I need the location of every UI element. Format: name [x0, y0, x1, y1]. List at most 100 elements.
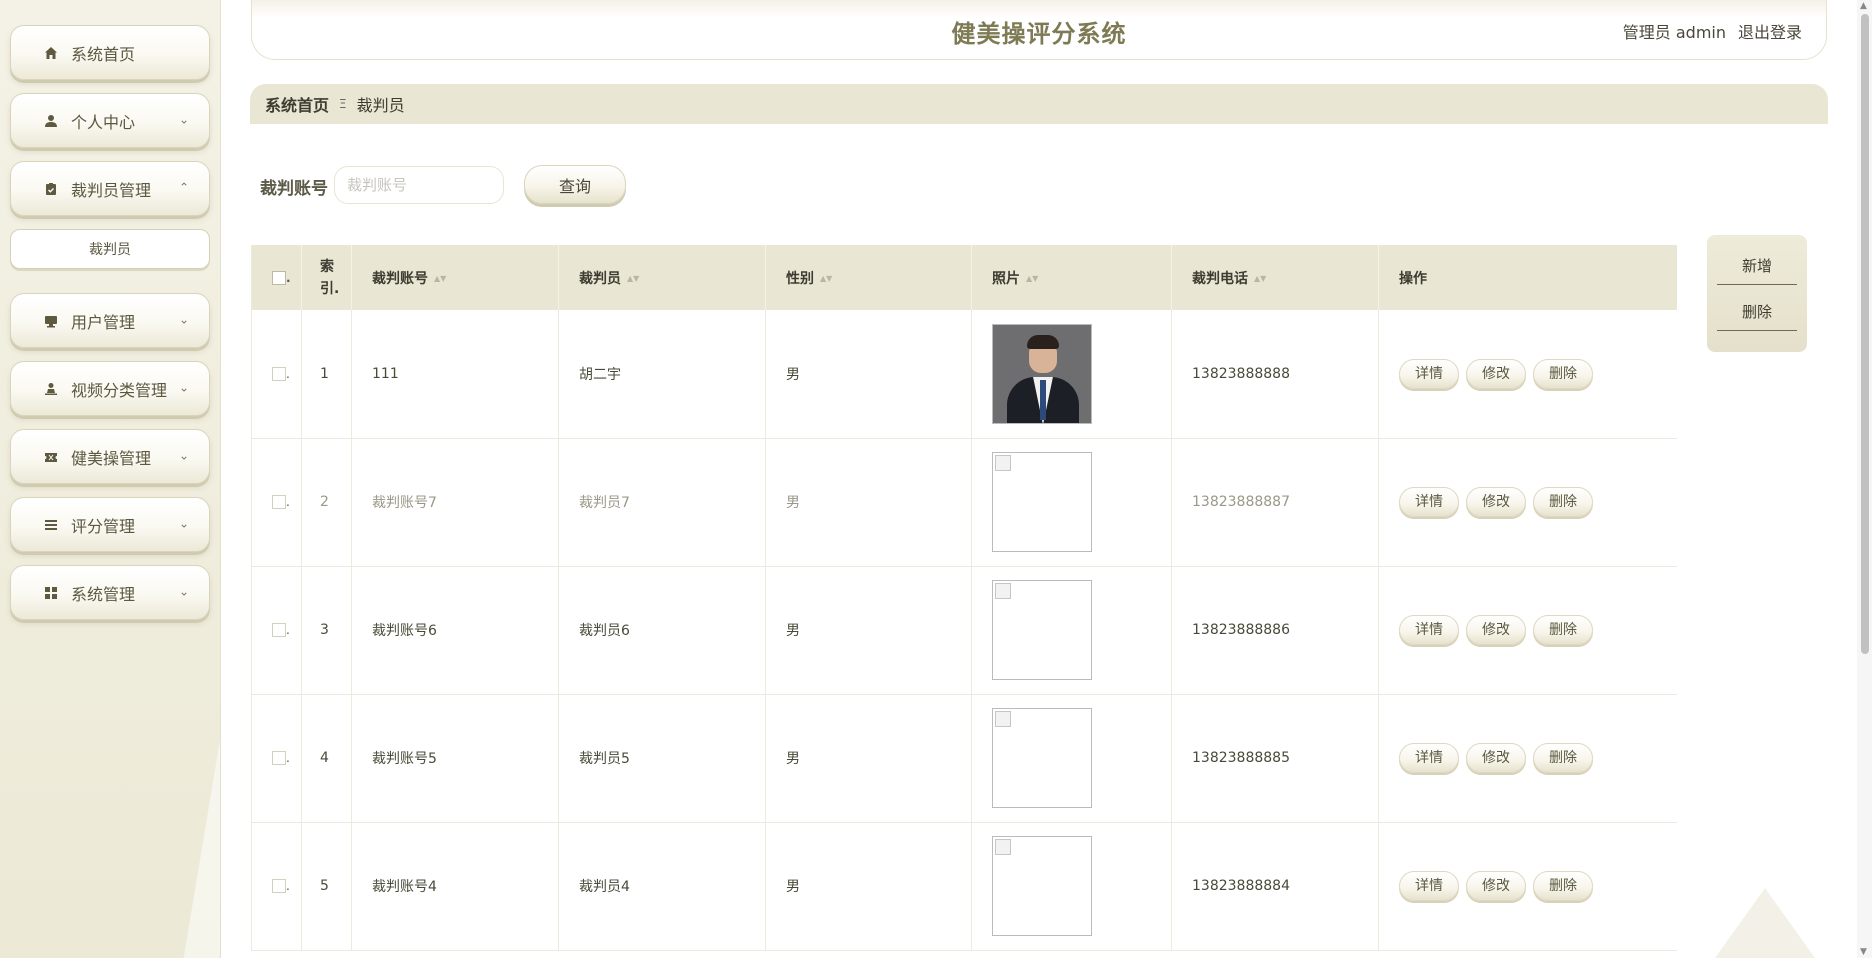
- broken-image-icon[interactable]: [992, 836, 1092, 936]
- scroll-down-icon[interactable]: ▼: [1860, 947, 1867, 957]
- referee-account-search-input[interactable]: [334, 166, 504, 204]
- corner-decoration: [1715, 888, 1815, 958]
- row-actions: 详情 修改 删除: [1378, 822, 1677, 951]
- sort-icon[interactable]: ▲▼: [820, 274, 832, 282]
- sidebar-item-aerobics-management[interactable]: 健美操管理 ⌄: [10, 429, 210, 484]
- referee-table-container: . 索引. 裁判账号 ▲▼ 裁判员 ▲▼ 性别 ▲▼ 照片 ▲▼ 裁判电话 ▲▼ 操作 .…: [251, 245, 1677, 958]
- user-icon: [43, 113, 59, 129]
- broken-image-icon[interactable]: [992, 708, 1092, 808]
- row-dot: .: [286, 495, 290, 509]
- row-index: 5: [301, 822, 352, 951]
- chevron-down-icon: ⌄: [178, 448, 189, 463]
- detail-button[interactable]: 详情: [1399, 615, 1459, 645]
- row-gender: 男: [765, 438, 972, 567]
- table-row: . 1 111 胡二宇 男 13823888888 详情 修改 删除: [251, 310, 1677, 439]
- sidebar-subitem-referee[interactable]: 裁判员: [10, 229, 210, 269]
- sidebar-item-system-management[interactable]: 系统管理 ⌄: [10, 565, 210, 620]
- photo-hair: [1027, 334, 1059, 349]
- row-name: 裁判员7: [558, 438, 766, 567]
- scroll-up-icon[interactable]: ▲: [1860, 1, 1867, 11]
- clipboard-icon: [43, 181, 59, 197]
- row-gender: 男: [765, 566, 972, 695]
- select-all-checkbox[interactable]: [272, 270, 286, 285]
- broken-image-icon[interactable]: [992, 580, 1092, 680]
- detail-button[interactable]: 详情: [1399, 358, 1459, 389]
- chevron-up-icon: ⌃: [178, 180, 189, 195]
- photo-header[interactable]: 照片 ▲▼: [971, 245, 1172, 310]
- row-index: 3: [301, 566, 352, 695]
- account-header[interactable]: 裁判账号 ▲▼: [351, 245, 559, 310]
- app-title: 健美操评分系统: [951, 20, 1127, 48]
- gender-header-label: 性别: [786, 270, 814, 287]
- row-checkbox[interactable]: [272, 366, 286, 381]
- sidebar-item-label: 系统管理: [71, 584, 136, 604]
- sort-icon[interactable]: ▲▼: [1026, 274, 1038, 282]
- row-gender: 男: [765, 310, 972, 439]
- delete-button[interactable]: 删除: [1533, 615, 1593, 645]
- chevron-down-icon: ⌄: [178, 380, 189, 395]
- table-row: . 5 裁判账号4 裁判员4 男 13823888884 详情 修改 删除: [251, 822, 1677, 951]
- top-header: 健美操评分系统 管理员 admin 退出登录: [251, 0, 1827, 60]
- row-dot: .: [286, 879, 290, 893]
- row-name: 裁判员6: [558, 566, 766, 695]
- edit-button[interactable]: 修改: [1466, 743, 1526, 773]
- home-icon: [43, 45, 59, 61]
- detail-button[interactable]: 详情: [1399, 487, 1459, 517]
- edit-button[interactable]: 修改: [1466, 487, 1526, 517]
- add-button[interactable]: 新增: [1717, 243, 1797, 285]
- edit-button[interactable]: 修改: [1466, 871, 1526, 901]
- sidebar-item-home[interactable]: 系统首页: [10, 25, 210, 80]
- sidebar-item-video-category[interactable]: 视频分类管理 ⌄: [10, 361, 210, 416]
- row-photo-cell: [971, 694, 1172, 823]
- name-header[interactable]: 裁判员 ▲▼: [558, 245, 766, 310]
- row-checkbox[interactable]: [272, 495, 286, 509]
- delete-button[interactable]: 删除: [1533, 358, 1593, 389]
- row-gender: 男: [765, 822, 972, 951]
- breadcrumb-home[interactable]: 系统首页: [265, 92, 329, 116]
- row-checkbox[interactable]: [272, 623, 286, 637]
- row-checkbox[interactable]: [272, 751, 286, 765]
- sidebar-item-label: 评分管理: [71, 516, 136, 536]
- table-header-row: . 索引. 裁判账号 ▲▼ 裁判员 ▲▼ 性别 ▲▼ 照片 ▲▼ 裁判电话 ▲▼ 操作: [251, 245, 1677, 310]
- row-dot: .: [286, 623, 290, 637]
- sidebar-item-label: 健美操管理: [71, 448, 152, 468]
- scrollbar-thumb[interactable]: [1861, 14, 1869, 654]
- referee-photo[interactable]: [992, 323, 1092, 424]
- sidebar-item-user-management[interactable]: 用户管理 ⌄: [10, 293, 210, 348]
- batch-delete-button[interactable]: 删除: [1717, 289, 1797, 331]
- monitor-icon: [43, 313, 59, 329]
- detail-button[interactable]: 详情: [1399, 871, 1459, 901]
- row-dot: .: [286, 751, 290, 765]
- sidebar-item-referee-management[interactable]: 裁判员管理 ⌃: [10, 161, 210, 216]
- sidebar-item-personal-center[interactable]: 个人中心 ⌄: [10, 93, 210, 148]
- row-actions: 详情 修改 删除: [1378, 438, 1677, 567]
- page-scrollbar[interactable]: ▲ ▼: [1857, 0, 1872, 958]
- sort-icon[interactable]: ▲▼: [1254, 274, 1266, 282]
- broken-image-icon[interactable]: [992, 452, 1092, 552]
- breadcrumb: 系统首页 Ξ 裁判员: [250, 84, 1828, 124]
- delete-button[interactable]: 删除: [1533, 871, 1593, 901]
- phone-header[interactable]: 裁判电话 ▲▼: [1171, 245, 1379, 310]
- phone-header-label: 裁判电话: [1192, 270, 1248, 287]
- row-phone: 13823888885: [1171, 694, 1379, 823]
- sidebar-item-label: 裁判员管理: [71, 180, 152, 200]
- edit-button[interactable]: 修改: [1466, 615, 1526, 645]
- search-button[interactable]: 查询: [524, 165, 626, 204]
- delete-button[interactable]: 删除: [1533, 487, 1593, 517]
- sidebar-item-label: 系统首页: [71, 44, 136, 64]
- row-checkbox[interactable]: [272, 879, 286, 893]
- index-header-label: 索引.: [320, 258, 340, 297]
- edit-button[interactable]: 修改: [1466, 358, 1526, 389]
- sidebar-subitem-label: 裁判员: [89, 242, 131, 258]
- sidebar-item-label: 视频分类管理: [71, 380, 168, 400]
- sidebar-item-score-management[interactable]: 评分管理 ⌄: [10, 497, 210, 552]
- detail-button[interactable]: 详情: [1399, 743, 1459, 773]
- breadcrumb-separator: Ξ: [339, 97, 347, 111]
- gender-header[interactable]: 性别 ▲▼: [765, 245, 972, 310]
- sort-icon[interactable]: ▲▼: [434, 274, 446, 282]
- logout-link[interactable]: 退出登录: [1738, 19, 1802, 43]
- sort-icon[interactable]: ▲▼: [627, 274, 639, 282]
- row-gender: 男: [765, 694, 972, 823]
- chevron-down-icon: ⌄: [178, 584, 189, 599]
- delete-button[interactable]: 删除: [1533, 743, 1593, 773]
